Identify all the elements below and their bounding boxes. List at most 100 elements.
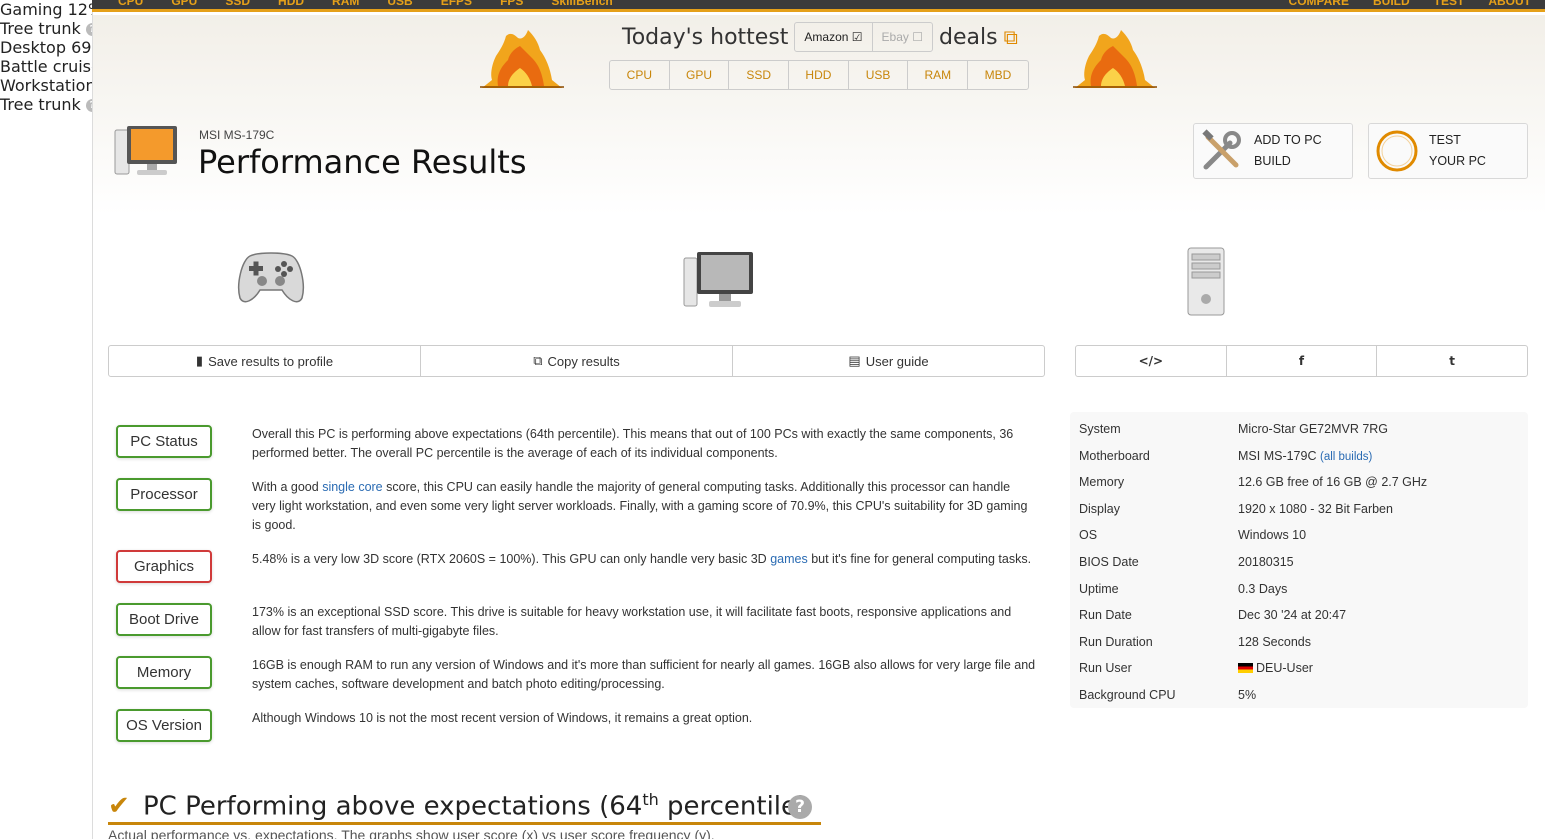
deals-header: Today's hottest Amazon ☑ Ebay ☐ deals ⧉ [622,22,1018,52]
deal-category-button[interactable]: MBD [968,61,1028,89]
sysinfo-key: Run User [1079,661,1132,676]
external-link-icon[interactable]: ⧉ [1004,25,1018,49]
sysinfo-value: Dec 30 '24 at 20:47 [1238,608,1346,622]
nav-link[interactable]: TEST [1434,0,1465,8]
expectations-title: PC Performing above expectations (64th p… [143,790,808,822]
book-icon: ▤ [848,353,861,368]
deal-category-button[interactable]: RAM [908,61,969,89]
page-title: Performance Results [198,143,527,181]
nav-link[interactable]: COMPARE [1289,0,1349,8]
copy-results-button[interactable]: ⧉ Copy results [421,346,733,376]
status-description: Although Windows 10 is not the most rece… [252,711,753,725]
status-badge: Graphics [116,550,212,583]
sysinfo-key: Run Duration [1079,634,1153,649]
sysinfo-value-text: 128 Seconds [1238,634,1311,649]
sysinfo-value: 5% [1238,688,1256,702]
nav-link[interactable]: RAM [332,0,359,8]
user-guide-button[interactable]: ▤ User guide [733,346,1044,376]
code-icon: </> [1138,354,1164,368]
deal-category-button[interactable]: USB [849,61,909,89]
server-tower-icon [1187,247,1225,316]
sysinfo-key: BIOS Date [1079,555,1139,569]
sysinfo-value: Micro-Star GE72MVR 7RG [1238,422,1388,436]
sysinfo-value: 20180315 [1238,555,1294,569]
nav-link[interactable]: CPU [118,0,143,8]
nav-link[interactable]: ABOUT [1488,0,1531,8]
test-your-pc-label: TEST YOUR PC [1429,133,1486,168]
sysinfo-value-text: Windows 10 [1238,528,1307,543]
status-badge: Processor [116,478,212,511]
save-results-button[interactable]: ▮ Save results to profile [109,346,421,376]
nav-link[interactable]: FPS [500,0,523,8]
top-nav-left: CPU GPU SSD HDD RAM USB EFPS FPS SkillBench [118,0,613,8]
sysinfo-value-text: DEU-User [1256,661,1313,676]
sysinfo-value: 0.3 Days [1238,582,1287,596]
germany-flag-icon [1238,663,1253,674]
ebay-toggle[interactable]: Ebay ☐ [873,23,932,51]
results-toolbar: ▮ Save results to profile ⧉ Copy results… [108,345,1045,377]
status-description: 16GB is enough RAM to run any version of… [252,658,1036,691]
sysinfo-value-text: Micro-Star GE72MVR 7RG [1238,422,1389,436]
nav-link[interactable]: EFPS [441,0,472,8]
sysinfo-key: Display [1079,501,1120,516]
status-badge: PC Status [116,425,212,458]
sysinfo-key: Uptime [1079,581,1119,596]
status-text: 5.48% is a very low 3D score (RTX 2060S … [252,552,771,566]
status-text: but it's fine for general computing task… [807,552,1032,566]
nav-link[interactable]: USB [387,0,412,8]
deals-suffix: deals [939,24,998,50]
status-link[interactable]: single core [322,480,382,494]
model-name: MSI MS-179C [199,128,275,142]
deal-category-button[interactable]: GPU [670,61,730,89]
deal-category-button[interactable]: HDD [789,61,849,89]
facebook-share-button[interactable]: f [1227,346,1378,376]
deal-source-toggle: Amazon ☑ Ebay ☐ [794,22,933,52]
sysinfo-value-text: Dec 30 '24 at 20:47 [1238,608,1347,623]
add-to-pc-build-label: ADD TO PC BUILD [1254,133,1322,168]
nav-link[interactable]: SkillBench [551,0,612,8]
sysinfo-value-text: 20180315 [1238,555,1294,569]
sysinfo-key: OS [1079,528,1098,543]
status-description: 5.48% is a very low 3D score (RTX 2060S … [252,550,1037,569]
sysinfo-value-text: MSI MS-179C [1238,448,1317,463]
test-your-pc-button[interactable]: TEST YOUR PC [1368,123,1528,179]
tools-icon [1202,129,1241,170]
status-badge: OS Version [116,709,212,742]
expectations-heading: ✔ PC Performing above expectations (64th… [108,785,821,825]
deals-title: Today's hottest [622,24,789,50]
fire-icon-left [480,30,564,88]
sysinfo-value: Windows 10 [1238,528,1306,542]
sysinfo-value: 1920 x 1080 - 32 Bit Farben [1238,502,1393,516]
top-nav: CPU GPU SSD HDD RAM USB EFPS FPS SkillBench COMP… [92,0,1545,12]
sysinfo-value-text: 1920 x 1080 - 32 Bit Farben [1238,501,1393,516]
nav-link[interactable]: BUILD [1373,0,1410,8]
deal-category-button[interactable]: SSD [729,61,790,89]
gamepad-icon [238,252,304,303]
sysinfo-value-text: 5% [1238,688,1257,702]
embed-code-button[interactable]: </> [1076,346,1227,376]
sysinfo-value: 128 Seconds [1238,635,1311,649]
status-link[interactable]: games [770,552,808,566]
deal-category-buttons: CPU GPU SSD HDD USB RAM MBD [609,60,1029,90]
twitter-share-button[interactable]: t [1377,346,1527,376]
copy-icon: ⧉ [533,353,543,368]
facebook-icon: f [1298,354,1305,368]
status-description: Overall this PC is performing above expe… [252,427,1014,460]
sysinfo-key: Background CPU [1079,688,1176,702]
add-to-pc-build-button[interactable]: ADD TO PC BUILD [1193,123,1353,179]
category-sublabel-text: Tree trunk [0,19,81,38]
deal-category-button[interactable]: CPU [610,61,670,89]
expectations-subline: Actual performance vs. expectations. The… [108,827,715,839]
amazon-toggle[interactable]: Amazon ☑ [795,23,873,51]
sysinfo-key: Motherboard [1079,448,1150,463]
nav-link[interactable]: GPU [171,0,197,8]
sysinfo-value-text: 0.3 Days [1238,581,1288,596]
sysinfo-value-text: 12.6 GB free of 16 GB @ 2.7 GHz [1238,475,1428,490]
status-description: With a good single core score, this CPU … [252,478,1037,535]
status-badge: Memory [116,656,212,689]
nav-link[interactable]: HDD [278,0,304,8]
help-icon[interactable]: ? [788,795,812,819]
nav-link[interactable]: SSD [225,0,250,8]
status-badge: Boot Drive [116,603,212,636]
all-builds-link[interactable]: (all builds) [1320,451,1372,463]
